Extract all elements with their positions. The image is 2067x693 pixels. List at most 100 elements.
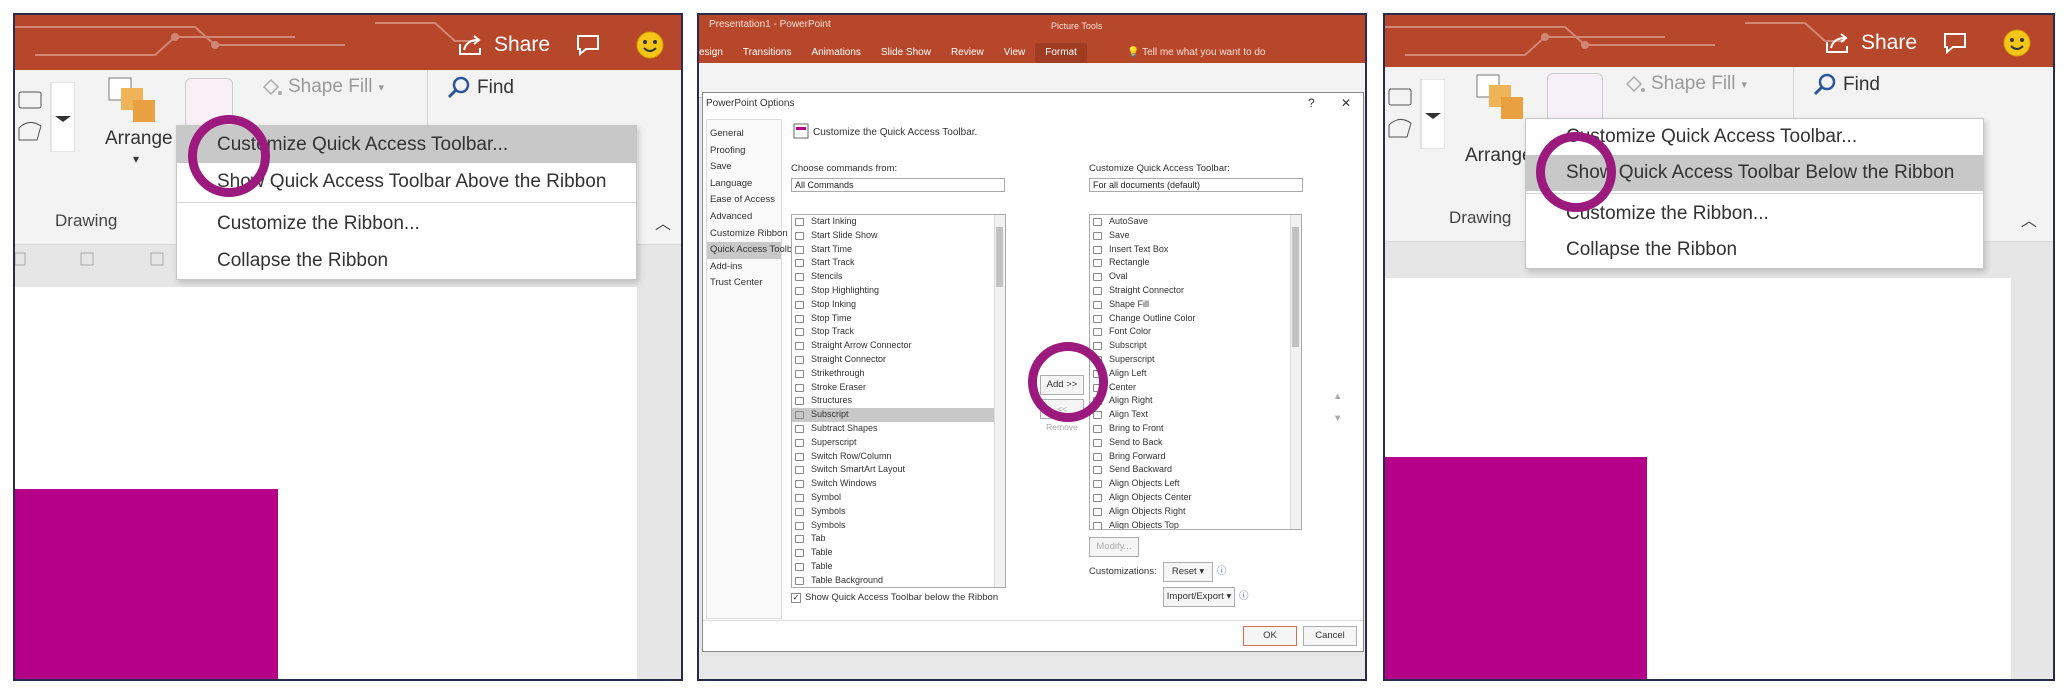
list-item[interactable]: Subtract Shapes — [792, 422, 1005, 436]
list-item[interactable]: Stroke Eraser — [792, 381, 1005, 395]
share-button[interactable]: Share — [458, 33, 550, 57]
arrange-label[interactable]: Arrange — [105, 128, 173, 150]
list-item[interactable]: Oval — [1090, 270, 1301, 284]
close-button[interactable]: ✕ — [1341, 96, 1351, 110]
menu-item-collapse-ribbon[interactable]: Collapse the Ribbon — [1526, 232, 1983, 268]
commands-scrollbar[interactable] — [994, 215, 1005, 587]
nav-proofing[interactable]: Proofing — [707, 143, 781, 160]
nav-ease-of-access[interactable]: Ease of Access — [707, 192, 781, 209]
shapes-gallery-icon[interactable] — [15, 82, 75, 152]
list-item[interactable]: Stencils — [792, 270, 1005, 284]
list-item[interactable]: Bring to Front — [1090, 422, 1301, 436]
collapse-ribbon-icon[interactable]: ︿ — [2021, 207, 2037, 231]
nav-quick-access-toolbar[interactable]: Quick Access Toolbar — [707, 242, 801, 259]
list-item[interactable]: Straight Arrow Connector — [792, 339, 1005, 353]
comment-icon[interactable] — [1943, 32, 1967, 54]
list-item[interactable]: Straight Connector — [1090, 284, 1301, 298]
list-item[interactable]: Font Color — [1090, 325, 1301, 339]
import-export-button[interactable]: Import/Export ▾ — [1163, 587, 1235, 607]
collapse-ribbon-icon[interactable]: ︿ — [655, 210, 671, 234]
list-item[interactable]: Symbols — [792, 505, 1005, 519]
list-item[interactable]: Start Slide Show — [792, 229, 1005, 243]
shape-fill-button[interactable]: Shape Fill ▾ — [1623, 73, 1747, 95]
nav-customize-ribbon[interactable]: Customize Ribbon — [707, 226, 788, 243]
list-item[interactable]: Insert Text Box — [1090, 243, 1301, 257]
toolbar-list[interactable]: AutoSave Save Insert Text Box Rectangle Oval… — [1089, 214, 1302, 530]
cancel-button[interactable]: Cancel — [1303, 626, 1357, 646]
list-item[interactable]: Start Time — [792, 243, 1005, 257]
list-item[interactable]: Stop Highlighting — [792, 284, 1005, 298]
list-item[interactable]: Switch Row/Column — [792, 450, 1005, 464]
tab-review[interactable]: Review — [941, 43, 994, 63]
list-item[interactable]: Align Objects Left — [1090, 477, 1301, 491]
toolbar-scrollbar[interactable] — [1290, 215, 1301, 529]
share-button[interactable]: Share — [1825, 31, 1917, 55]
smiley-icon[interactable] — [2003, 29, 2031, 57]
tell-me-box[interactable]: 💡 Tell me what you want to do — [1127, 47, 1265, 58]
list-item[interactable]: Align Left — [1090, 367, 1301, 381]
list-item[interactable]: Symbols — [792, 519, 1005, 533]
shapes-gallery-icon[interactable] — [1385, 79, 1445, 149]
smiley-icon[interactable] — [636, 31, 664, 59]
tab-view[interactable]: View — [994, 43, 1036, 63]
list-item[interactable]: Center — [1090, 381, 1301, 395]
move-down-icon[interactable]: ▼ — [1333, 413, 1342, 424]
comment-icon[interactable] — [576, 34, 600, 56]
tab-slide-show[interactable]: Slide Show — [871, 43, 941, 63]
tab-animations[interactable]: Animations — [801, 43, 870, 63]
list-item[interactable]: Tab — [792, 532, 1005, 546]
ok-button[interactable]: OK — [1243, 626, 1297, 646]
list-item[interactable]: Align Right — [1090, 394, 1301, 408]
help-button[interactable]: ? — [1308, 96, 1315, 110]
shape-fill-button[interactable]: Shape Fill ▾ — [260, 76, 384, 98]
list-item[interactable]: Table — [792, 546, 1005, 560]
list-item[interactable]: Rectangle — [1090, 256, 1301, 270]
reset-button[interactable]: Reset ▾ — [1163, 562, 1213, 582]
slide-canvas[interactable] — [15, 287, 637, 679]
show-below-checkbox[interactable]: ✓ — [791, 593, 801, 603]
list-item[interactable]: Structures — [792, 394, 1005, 408]
nav-general[interactable]: General — [707, 126, 781, 143]
nav-advanced[interactable]: Advanced — [707, 209, 781, 226]
list-item[interactable]: Stop Inking — [792, 298, 1005, 312]
list-item[interactable]: Table Background — [792, 574, 1005, 587]
list-item[interactable]: AutoSave — [1090, 215, 1301, 229]
commands-list[interactable]: Start Inking Start Slide Show Start Time St… — [791, 214, 1006, 588]
list-item[interactable]: Subscript — [1090, 339, 1301, 353]
list-item[interactable]: Start Inking — [792, 215, 1005, 229]
list-item[interactable]: Align Text — [1090, 408, 1301, 422]
menu-item-customize-ribbon[interactable]: Customize the Ribbon... — [177, 205, 636, 242]
list-item[interactable]: Align Objects Top — [1090, 519, 1301, 529]
list-item[interactable]: Straight Connector — [792, 353, 1005, 367]
nav-trust-center[interactable]: Trust Center — [707, 275, 781, 292]
list-item[interactable]: Save — [1090, 229, 1301, 243]
list-item[interactable]: Start Track — [792, 256, 1005, 270]
list-item[interactable]: Shape Fill — [1090, 298, 1301, 312]
find-button[interactable]: Find — [447, 76, 514, 100]
find-button[interactable]: Find — [1813, 73, 1880, 97]
list-item[interactable]: Strikethrough — [792, 367, 1005, 381]
magenta-rectangle[interactable] — [15, 489, 278, 679]
list-item[interactable]: Send Backward — [1090, 463, 1301, 477]
list-item[interactable]: Switch SmartArt Layout — [792, 463, 1005, 477]
nav-language[interactable]: Language — [707, 176, 781, 193]
list-item[interactable]: Subscript — [792, 408, 1005, 422]
tab-design[interactable]: esign — [699, 43, 733, 63]
nav-add-ins[interactable]: Add-ins — [707, 259, 781, 276]
customize-qat-select[interactable]: For all documents (default) — [1089, 178, 1303, 192]
menu-item-collapse-ribbon[interactable]: Collapse the Ribbon — [177, 242, 636, 279]
list-item[interactable]: Stop Track — [792, 325, 1005, 339]
list-item[interactable]: Bring Forward — [1090, 450, 1301, 464]
list-item[interactable]: Switch Windows — [792, 477, 1005, 491]
list-item[interactable]: Superscript — [792, 436, 1005, 450]
modify-button[interactable]: Modify... — [1089, 537, 1139, 557]
list-item[interactable]: Table — [792, 560, 1005, 574]
slide-canvas[interactable] — [1385, 278, 2011, 679]
list-item[interactable]: Change Outline Color — [1090, 312, 1301, 326]
move-up-icon[interactable]: ▲ — [1333, 391, 1342, 402]
list-item[interactable]: Superscript — [1090, 353, 1301, 367]
magenta-rectangle[interactable] — [1385, 457, 1647, 679]
list-item[interactable]: Symbol — [792, 491, 1005, 505]
list-item[interactable]: Send to Back — [1090, 436, 1301, 450]
arrange-label[interactable]: Arrange — [1465, 145, 1533, 167]
